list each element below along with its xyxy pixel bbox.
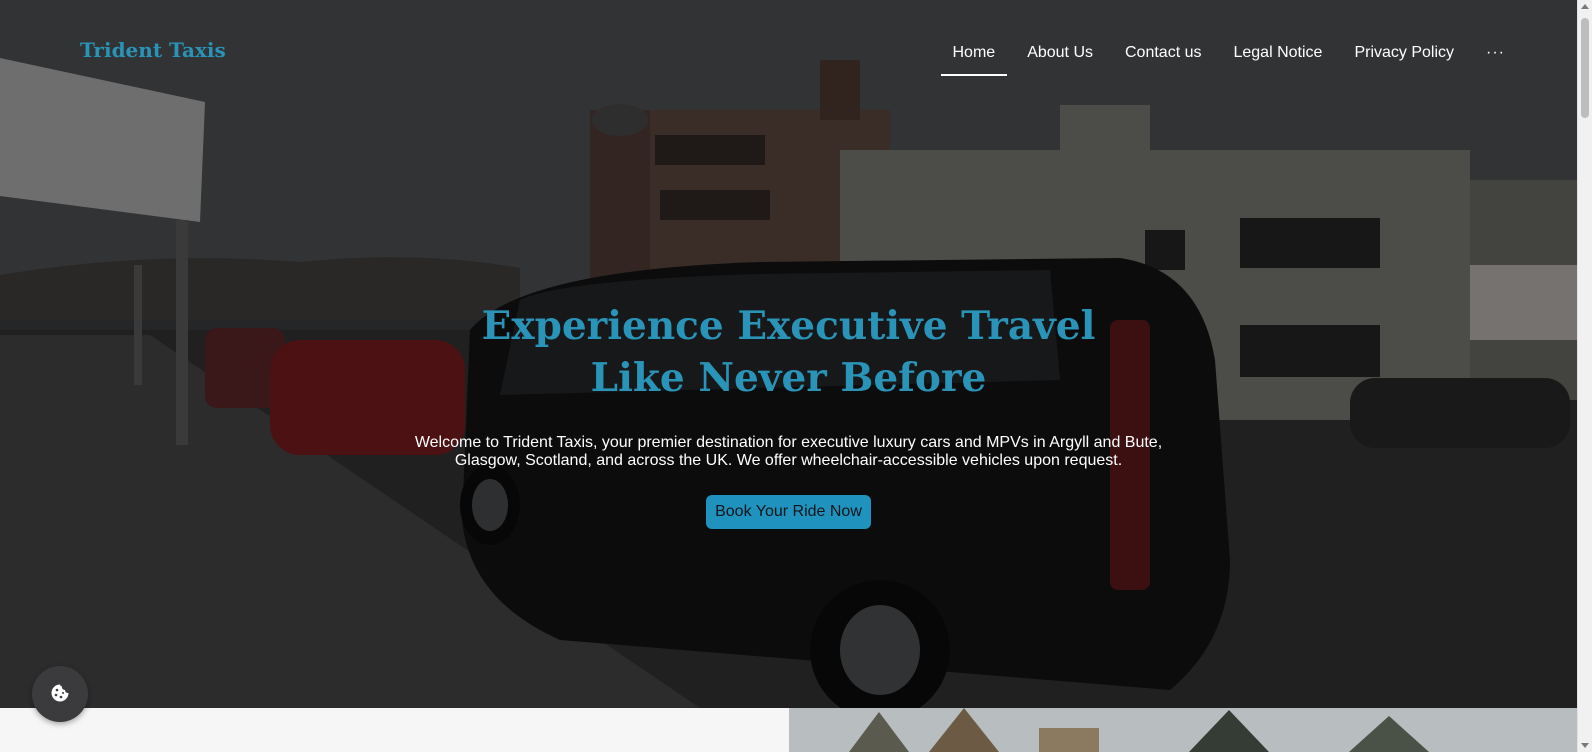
nav-about-us[interactable]: About Us xyxy=(1015,36,1105,76)
cookie-icon xyxy=(50,683,70,706)
book-ride-button[interactable]: Book Your Ride Now xyxy=(706,495,871,529)
nav-home[interactable]: Home xyxy=(940,36,1008,76)
main-nav: Home About Us Contact us Legal Notice Pr… xyxy=(933,36,1518,76)
next-section-left xyxy=(0,708,789,752)
nav-privacy-policy[interactable]: Privacy Policy xyxy=(1342,36,1466,76)
hero-headline: Experience Executive Travel Like Never B… xyxy=(481,303,1096,401)
nav-contact-us[interactable]: Contact us xyxy=(1113,36,1213,76)
page-scrollbar[interactable] xyxy=(1577,0,1592,752)
next-section-image xyxy=(789,708,1577,752)
brand-logo[interactable]: Trident Taxis xyxy=(80,38,226,62)
nav-more-button[interactable]: ··· xyxy=(1474,36,1517,76)
scroll-up-icon[interactable] xyxy=(1581,4,1589,9)
page: Trident Taxis Home About Us Contact us L… xyxy=(0,0,1577,752)
scroll-thumb[interactable] xyxy=(1581,18,1589,118)
hero-content: Experience Executive Travel Like Never B… xyxy=(0,300,1577,529)
hero-subtext: Welcome to Trident Taxis, your premier d… xyxy=(414,434,1163,469)
nav-legal-notice[interactable]: Legal Notice xyxy=(1221,36,1334,76)
cookie-settings-button[interactable] xyxy=(32,666,88,722)
trees-image xyxy=(789,708,1577,752)
hero-section: Trident Taxis Home About Us Contact us L… xyxy=(0,0,1577,708)
scroll-down-icon[interactable] xyxy=(1581,743,1589,748)
